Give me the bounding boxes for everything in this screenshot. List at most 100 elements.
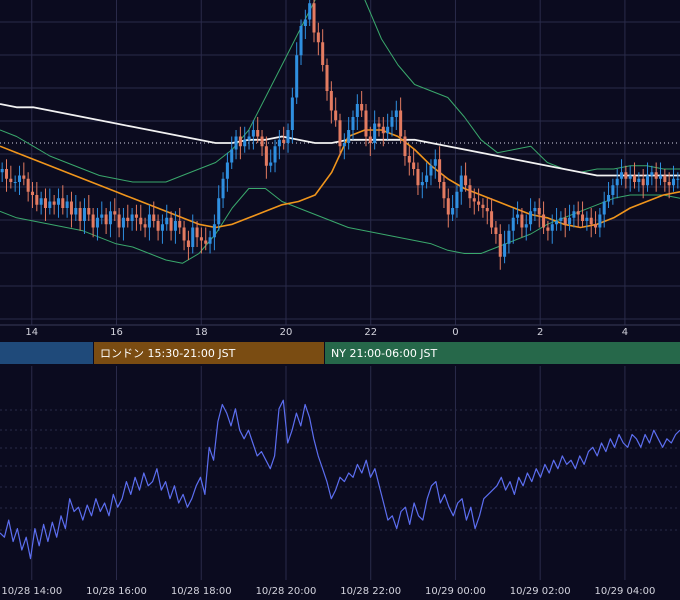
candle-body (563, 217, 567, 225)
indicator-x-tick-label: 10/28 22:00 (340, 586, 401, 597)
session-bar: ロンドン 15:30-21:00 JST NY 21:00-06:00 JST (0, 342, 680, 364)
candle-body (602, 201, 606, 215)
candle-body (550, 224, 554, 231)
candle-body (282, 139, 286, 143)
indicator-x-tick-label: 10/28 14:00 (1, 586, 62, 597)
indicator-x-tick-label: 10/28 16:00 (86, 586, 147, 597)
candle-body (420, 182, 424, 186)
candle-body (520, 214, 524, 228)
candle-body (264, 146, 268, 166)
candle-body (360, 104, 364, 111)
candle-body (472, 198, 476, 202)
candle-body (48, 201, 52, 208)
candle-body (477, 201, 481, 205)
candle-body (412, 162, 416, 169)
candle-body (178, 221, 182, 228)
candle-body (74, 208, 78, 215)
chart-area: 14 16 18 20 22 0 2 4 ロンドン 15:30-21:00 JST NY 21:0… (0, 0, 680, 600)
candle-body (442, 182, 446, 199)
candle-body (325, 65, 329, 91)
candle-body (260, 136, 264, 147)
price-x-axis: 14 16 18 20 22 0 2 4 (25, 327, 628, 338)
candle-body (269, 162, 273, 166)
candle-body (130, 214, 134, 221)
candle-body (611, 185, 615, 195)
candle-body (247, 136, 251, 140)
candle-body (17, 175, 22, 182)
candle-body (654, 172, 658, 179)
candle-body (568, 217, 572, 225)
candle-body (507, 230, 511, 244)
indicator-x-tick-label: 10/28 18:00 (171, 586, 232, 597)
candle-body (446, 198, 450, 215)
candle-body (650, 172, 654, 176)
candle-body (308, 3, 312, 20)
candle-body (100, 214, 104, 218)
candle-body (238, 136, 242, 147)
candle-body (347, 130, 351, 143)
candle-body (459, 175, 463, 192)
candle-body (537, 208, 541, 215)
candle-body (126, 217, 130, 221)
candle-body (65, 201, 69, 208)
price-x-tick-label: 4 (622, 327, 628, 338)
candle-body (182, 227, 186, 241)
candle-body (221, 178, 225, 199)
candle-body (334, 110, 338, 121)
candle-body (295, 55, 299, 98)
candle-body (386, 126, 390, 134)
candle-body (26, 178, 30, 192)
candle-body (585, 217, 589, 221)
candle-body (251, 130, 255, 137)
candle-body (52, 201, 56, 205)
candle-body (273, 146, 277, 163)
candle-body (61, 198, 65, 208)
candle-body (234, 136, 238, 150)
candle-body (381, 126, 385, 134)
candle-body (628, 175, 632, 179)
candle-body (69, 201, 73, 215)
candle-body (576, 211, 580, 215)
candle-body (256, 130, 260, 137)
candle-body (438, 159, 442, 182)
candle-body (481, 204, 485, 208)
candle-body (290, 97, 294, 130)
candle-body (663, 175, 667, 182)
candle-body (355, 104, 359, 117)
candle-body (169, 217, 173, 231)
candle-body (208, 237, 212, 244)
candle-body (546, 227, 550, 231)
candle-body (364, 110, 368, 137)
candle-body (321, 42, 325, 65)
candle-body (516, 214, 520, 218)
candle-body (191, 227, 195, 247)
price-x-tick-label: 18 (195, 327, 208, 338)
chart-canvas[interactable]: 14 16 18 20 22 0 2 4 ロンドン 15:30-21:00 JST NY 21:0… (0, 0, 680, 600)
candle-body (82, 208, 86, 221)
candle-body (39, 198, 43, 205)
price-x-tick-label: 0 (452, 327, 458, 338)
candle-body (87, 208, 91, 215)
candle-body (13, 182, 17, 183)
candle-body (117, 214, 121, 228)
candle-body (542, 214, 546, 228)
candle-body (589, 217, 593, 225)
candle-body (399, 110, 403, 137)
candle-body (676, 178, 680, 180)
candle-body (494, 227, 498, 234)
candle-body (312, 3, 316, 33)
candle-body (152, 214, 156, 221)
candle-body (156, 221, 160, 231)
candle-body (490, 211, 494, 228)
indicator-x-tick-label: 10/29 04:00 (595, 586, 656, 597)
candle-body (416, 169, 420, 186)
price-panel-bg (0, 0, 680, 325)
candle-body (637, 178, 641, 182)
candle-body (390, 117, 394, 127)
candle-body (212, 224, 216, 238)
candle-body (373, 123, 377, 143)
candle-body (35, 195, 39, 205)
session-band (0, 342, 93, 364)
session-label: NY 21:00-06:00 JST (331, 347, 438, 360)
price-x-tick-label: 2 (537, 327, 543, 338)
